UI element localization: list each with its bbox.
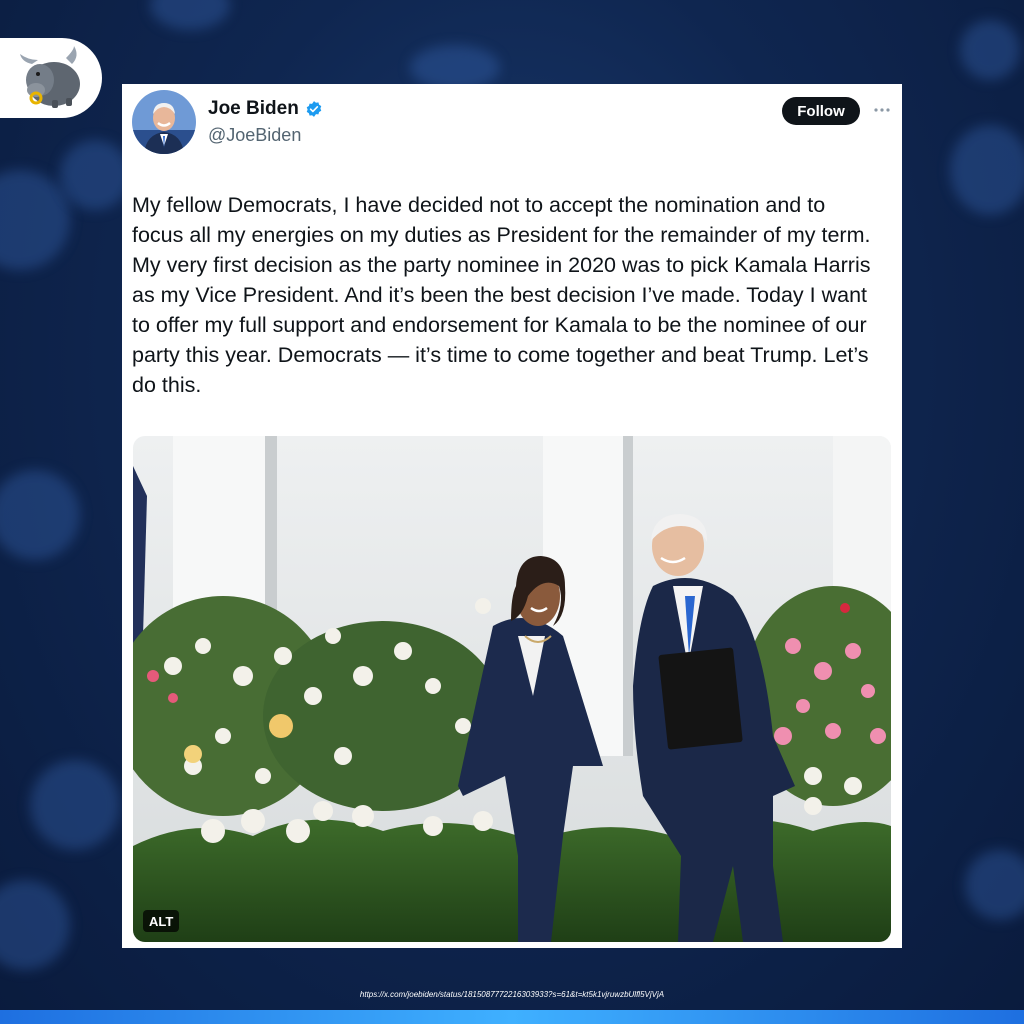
background-bokeh [960,20,1020,80]
background-bokeh [0,470,80,560]
tweet-card: Joe Biden @JoeBiden Follow My fellow Dem… [122,84,902,948]
background-bokeh [60,140,130,210]
photo-image [133,436,891,942]
more-options-icon [874,108,890,112]
avatar-image [132,90,196,154]
source-url: https://x.com/joebiden/status/1815087772… [359,990,665,999]
author-name-row: Joe Biden [208,98,323,120]
follow-button[interactable]: Follow [782,97,860,125]
background-bokeh [950,125,1024,215]
background-bokeh [965,850,1024,920]
background-bokeh [0,880,70,970]
bull-icon [20,46,80,108]
background-bokeh [30,760,120,850]
verified-badge-icon [306,101,322,117]
background-bokeh [0,170,70,270]
brand-logo [0,38,102,118]
author-handle[interactable]: @JoeBiden [208,125,301,146]
author-display-name[interactable]: Joe Biden [208,98,299,120]
alt-text-button[interactable]: ALT [143,910,180,932]
bottom-accent-bar [0,1010,1024,1024]
background-bokeh [150,0,230,30]
avatar[interactable] [132,90,196,154]
more-options-button[interactable] [872,100,892,120]
tweet-photo[interactable]: ALT [133,436,891,942]
tweet-text: My fellow Democrats, I have decided not … [132,193,871,397]
